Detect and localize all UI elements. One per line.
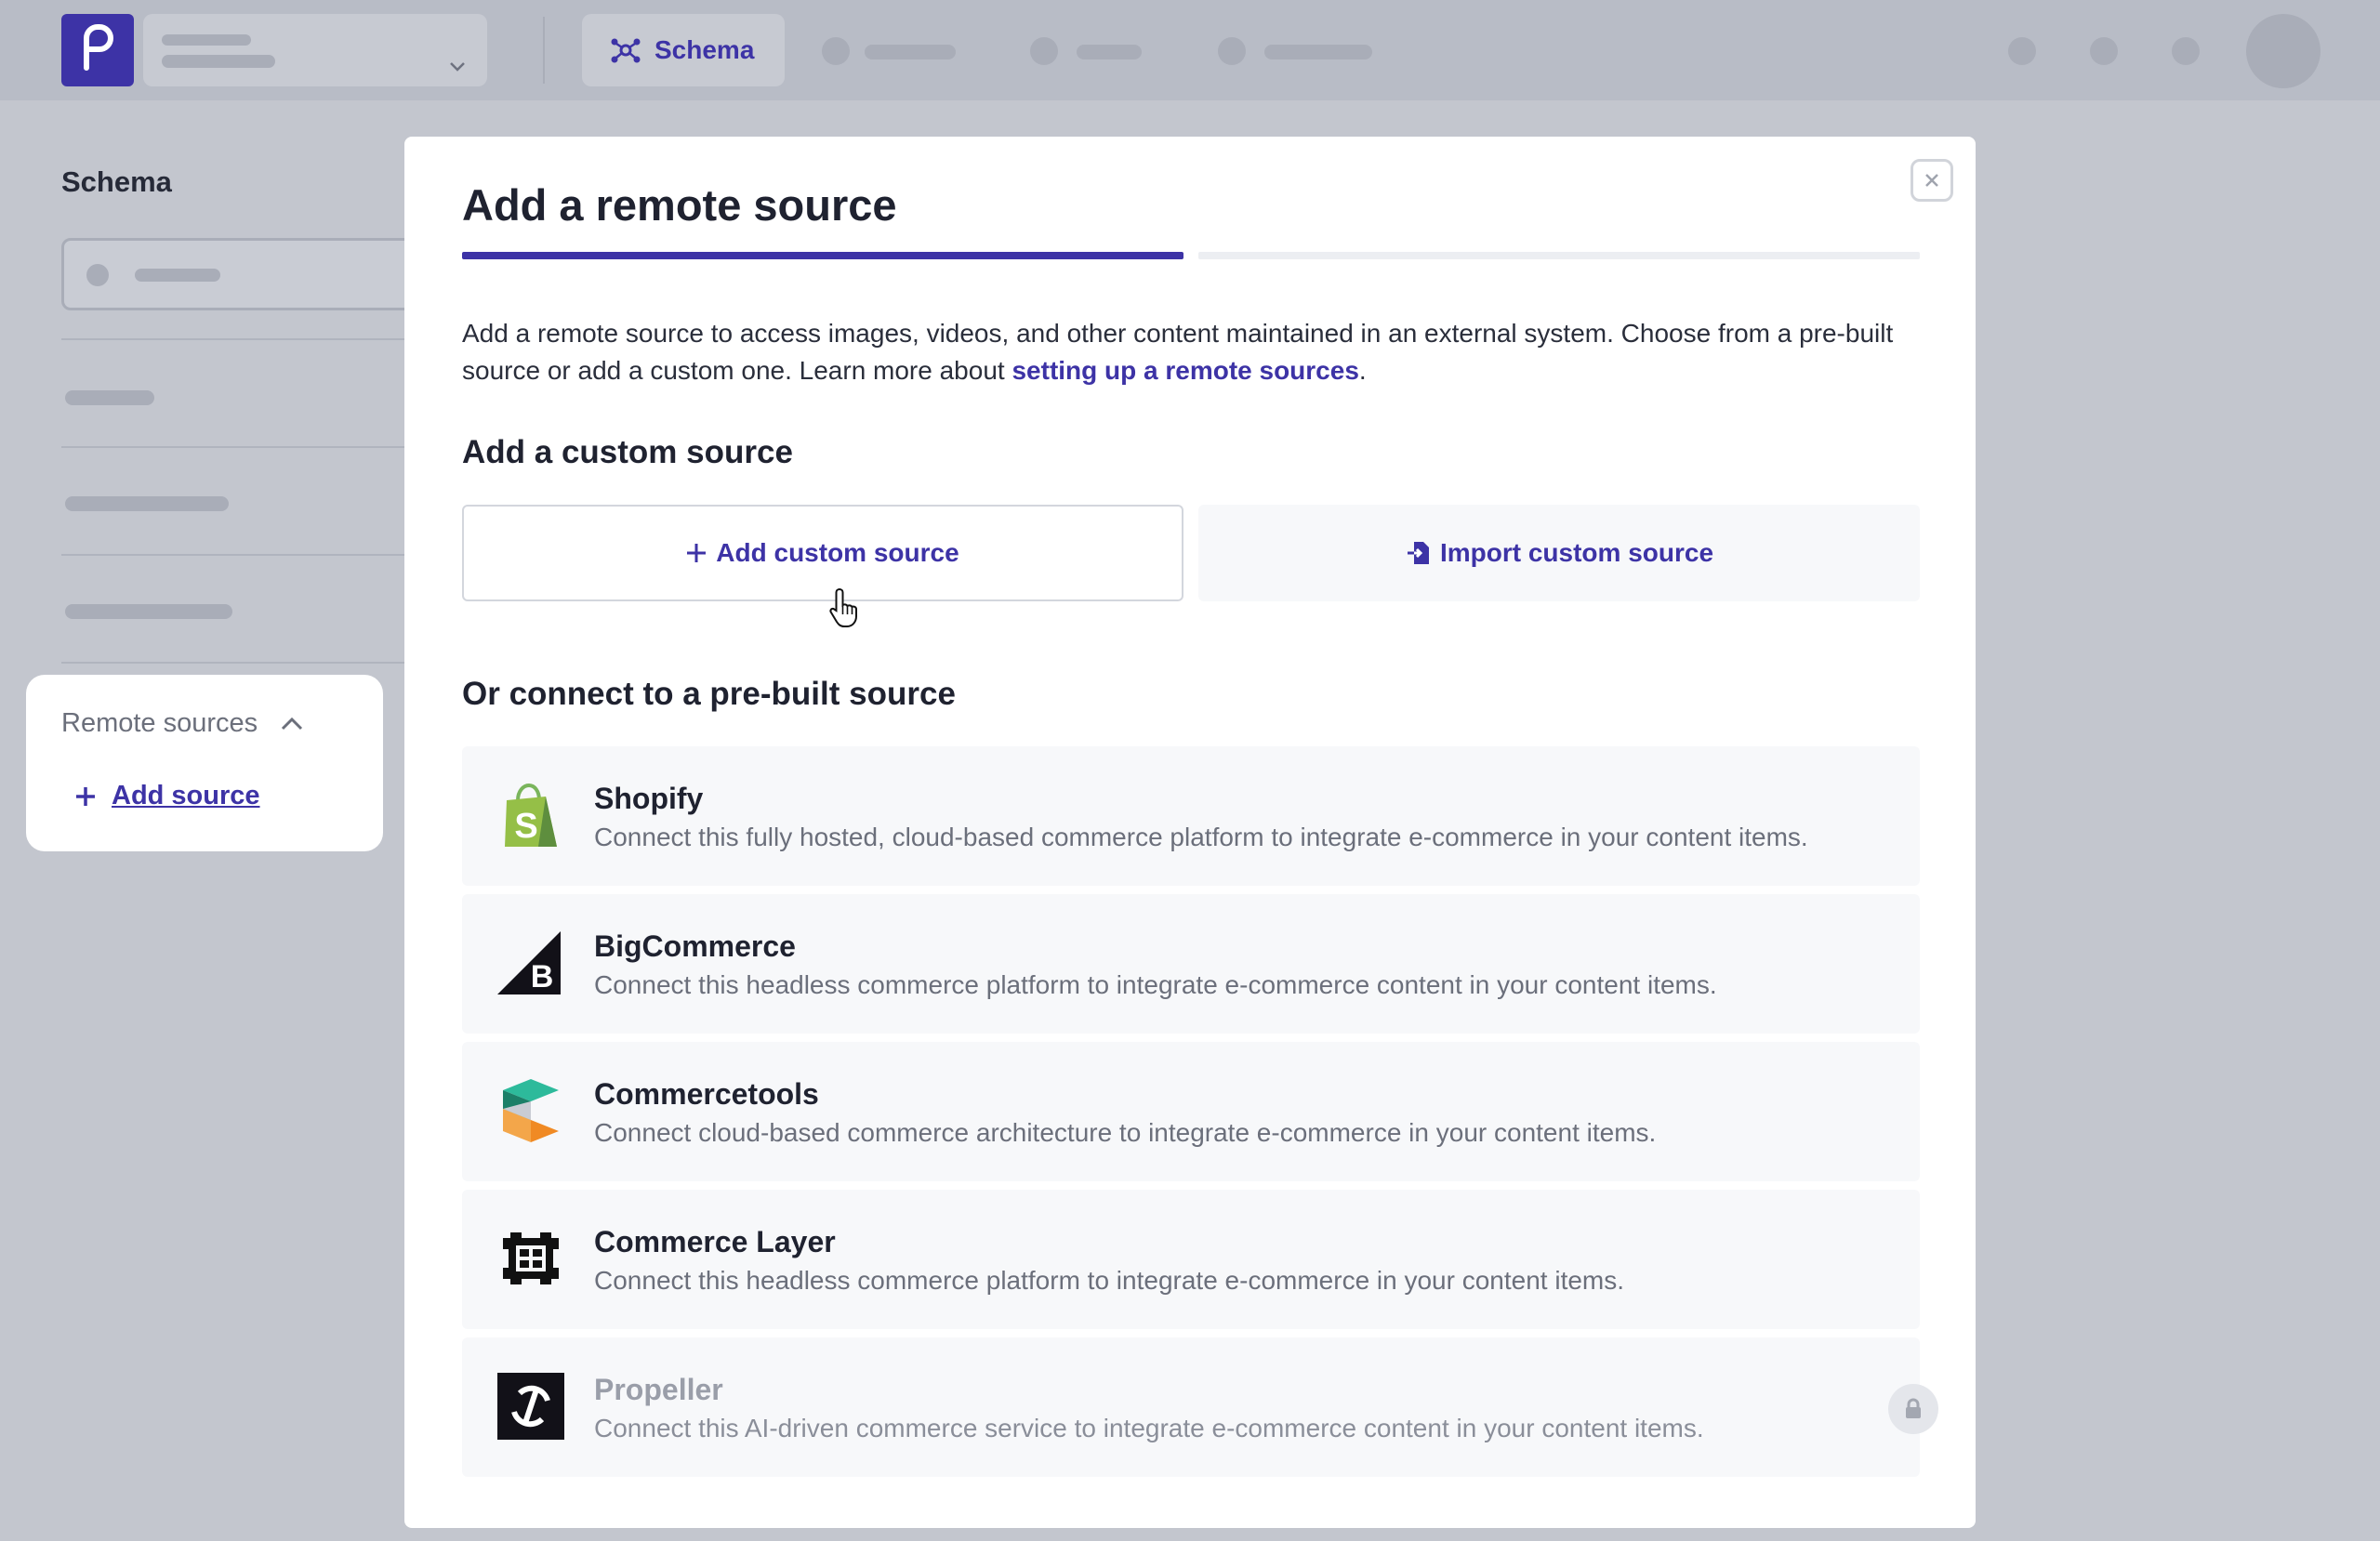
add-custom-source-label: Add custom source <box>716 538 959 567</box>
propeller-icon <box>497 1373 564 1440</box>
app-logo[interactable] <box>61 14 134 86</box>
add-source-link[interactable]: Add source <box>74 781 260 811</box>
chevron-up-icon <box>282 717 303 730</box>
nav-tab-schema[interactable]: Schema <box>582 14 785 86</box>
avatar[interactable] <box>2246 14 2320 88</box>
shopify-icon: S <box>505 783 557 847</box>
source-card-bigcommerce[interactable]: B BigCommerce Connect this headless comm… <box>462 894 1920 1034</box>
intro-end: . <box>1358 356 1367 385</box>
custom-source-heading: Add a custom source <box>462 434 793 470</box>
plus-icon <box>687 544 707 562</box>
hand-cursor-icon <box>829 587 857 627</box>
commercetools-icon <box>503 1079 559 1142</box>
import-custom-source-label: Import custom source <box>1439 538 1714 567</box>
source-name: BigCommerce <box>594 929 796 963</box>
step-progress-remaining <box>1198 252 1920 259</box>
divider <box>543 17 545 84</box>
prebuilt-source-heading: Or connect to a pre-built source <box>462 676 956 712</box>
commerce-layer-icon <box>503 1232 559 1284</box>
source-description: Connect this headless commerce platform … <box>594 1266 1625 1295</box>
remote-sources-title: Remote sources <box>61 708 258 738</box>
sidebar-item-placeholder <box>65 496 229 511</box>
bigcommerce-icon: B <box>497 931 561 994</box>
app-logo-icon <box>84 24 113 71</box>
source-card-commerce-layer[interactable]: Commerce Layer Connect this headless com… <box>462 1190 1920 1329</box>
sidebar-item-placeholder <box>65 390 154 405</box>
divider <box>61 662 415 664</box>
source-name: Commerce Layer <box>594 1225 836 1258</box>
sidebar-item-placeholder <box>65 604 232 619</box>
source-description: Connect this headless commerce platform … <box>594 970 1717 999</box>
divider <box>61 446 415 448</box>
source-description: Connect cloud-based commerce architectur… <box>594 1118 1657 1147</box>
close-button[interactable] <box>1911 159 1953 202</box>
schema-icon <box>611 38 641 63</box>
nav-tab-schema-label: Schema <box>654 35 755 64</box>
chevron-down-icon <box>450 62 465 72</box>
remote-sources-header[interactable]: Remote sources <box>61 708 304 739</box>
project-selector[interactable] <box>143 14 487 86</box>
divider <box>61 338 415 340</box>
learn-more-link[interactable]: setting up a remote sources <box>1012 356 1358 385</box>
sidebar-search-input[interactable] <box>61 238 415 310</box>
import-custom-source-button[interactable]: Import custom source <box>1198 505 1920 601</box>
add-remote-source-dialog: Add a remote source Add a remote source … <box>404 137 1976 1528</box>
svg-text:B: B <box>531 959 554 994</box>
source-description: Connect this AI-driven commerce service … <box>594 1414 1704 1442</box>
dialog-title: Add a remote source <box>462 180 897 230</box>
lock-icon <box>1906 1398 1921 1418</box>
add-custom-source-button[interactable]: Add custom source <box>462 505 1183 601</box>
source-name: Propeller <box>594 1373 723 1406</box>
source-card-propeller[interactable]: Propeller Connect this AI-driven commerc… <box>462 1337 1938 1477</box>
step-progress-active <box>462 252 1183 259</box>
source-card-shopify[interactable]: S Shopify Connect this fully hosted, clo… <box>462 746 1920 886</box>
source-name: Shopify <box>594 782 704 815</box>
top-bar: Schema <box>0 0 2380 100</box>
lock-badge <box>1888 1384 1938 1434</box>
plus-icon <box>76 786 95 806</box>
sidebar-title: Schema <box>61 165 172 198</box>
source-description: Connect this fully hosted, cloud-based c… <box>594 823 1808 851</box>
svg-text:S: S <box>514 807 537 846</box>
add-source-label: Add source <box>112 781 260 810</box>
divider <box>61 554 415 556</box>
source-name: Commercetools <box>594 1077 819 1111</box>
dialog-intro: Add a remote source to access images, vi… <box>462 315 1931 389</box>
close-icon <box>1925 174 1938 187</box>
remote-sources-panel: Remote sources Add source <box>26 675 383 851</box>
file-import-icon <box>1407 542 1429 564</box>
source-card-commercetools[interactable]: Commercetools Connect cloud-based commer… <box>462 1042 1920 1181</box>
